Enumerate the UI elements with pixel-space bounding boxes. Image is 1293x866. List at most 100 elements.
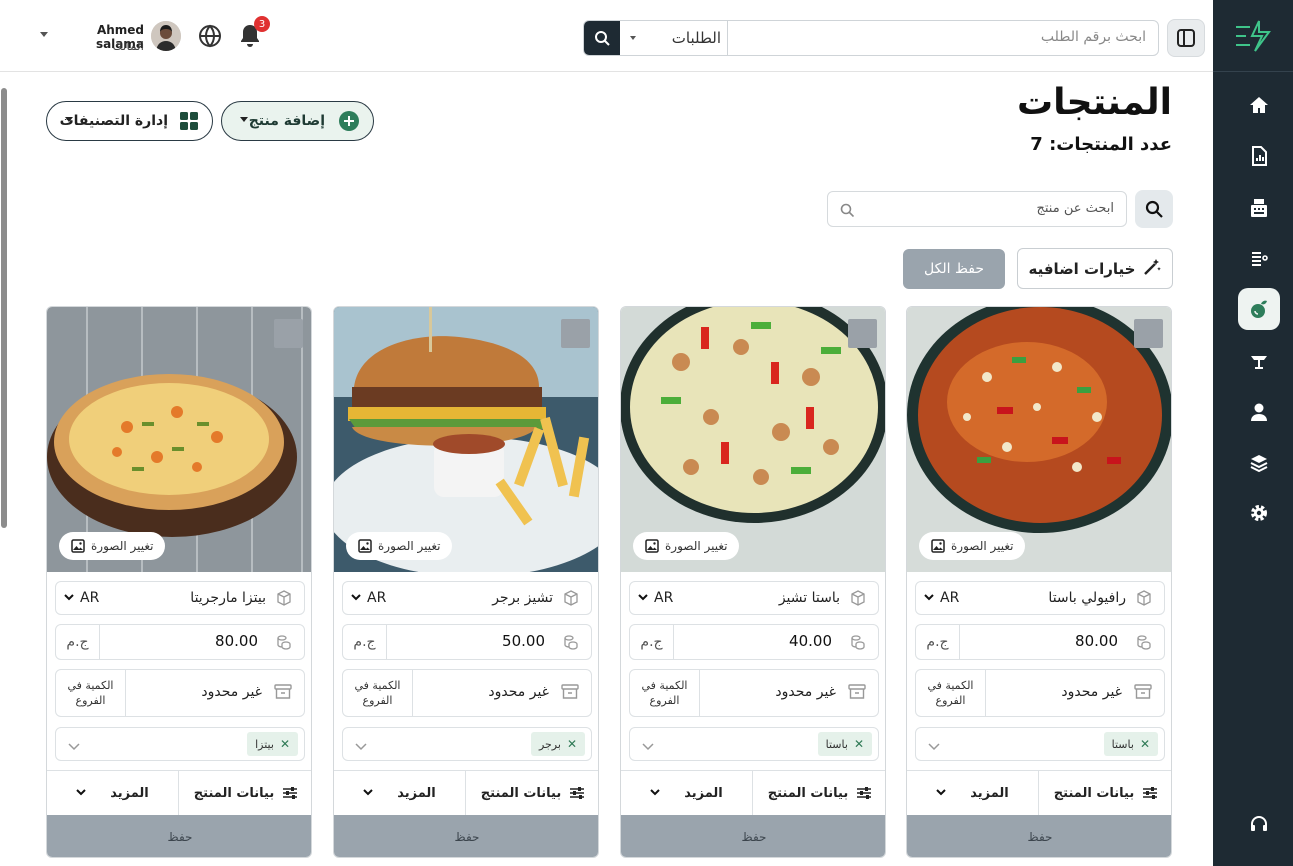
price-value[interactable]: 80.00 <box>215 632 258 650</box>
top-bar: Ahmed salama المالك 3 الطلبات ابحث برقم … <box>0 0 1213 72</box>
category-select[interactable]: باستا ✕ <box>629 727 879 761</box>
box-icon <box>276 590 292 610</box>
price-value[interactable]: 50.00 <box>502 632 545 650</box>
product-card: تغيير الصورة AR تشيز برجر ج.م 50.00 الكم… <box>333 306 599 858</box>
add-product-button[interactable]: إضافة منتج <box>221 101 374 141</box>
category-tag: بيتزا ✕ <box>247 732 298 756</box>
sidebar-item-products[interactable] <box>1238 288 1280 330</box>
change-image-button[interactable]: تغيير الصورة <box>919 532 1026 560</box>
category-select[interactable]: بيتزا ✕ <box>55 727 305 761</box>
chevron-down-icon <box>363 789 373 796</box>
quantity-field[interactable]: الكمية في الفروع غير محدود <box>629 669 879 717</box>
save-button[interactable]: حفظ <box>47 815 311 857</box>
product-search-input[interactable]: ابحث عن منتج <box>827 191 1127 227</box>
change-image-button[interactable]: تغيير الصورة <box>633 532 740 560</box>
price-field[interactable]: ج.م 40.00 <box>629 624 879 660</box>
sidebar-item-users[interactable] <box>1238 391 1280 433</box>
change-image-button[interactable]: تغيير الصورة <box>346 532 453 560</box>
order-search-button[interactable] <box>584 21 620 55</box>
currency-label: ج.م <box>343 625 387 659</box>
price-value[interactable]: 40.00 <box>789 632 832 650</box>
sidebar-item-home[interactable] <box>1238 84 1280 126</box>
language-select[interactable]: AR <box>351 582 386 614</box>
sidebar <box>1213 0 1293 866</box>
language-select[interactable]: AR <box>64 582 99 614</box>
globe-icon[interactable] <box>198 24 222 52</box>
branch-quantity-button[interactable]: الكمية في الفروع <box>630 670 700 716</box>
remove-tag-icon[interactable]: ✕ <box>1140 737 1150 751</box>
quantity-field[interactable]: الكمية في الفروع غير محدود <box>55 669 305 717</box>
user-menu-caret-icon[interactable] <box>40 32 48 37</box>
product-select-checkbox[interactable] <box>848 319 877 348</box>
product-data-button[interactable]: بيانات المنتج <box>753 771 885 815</box>
coins-icon <box>850 634 866 654</box>
coins-icon <box>276 634 292 654</box>
product-select-checkbox[interactable] <box>1134 319 1163 348</box>
remove-tag-icon[interactable]: ✕ <box>567 737 577 751</box>
sliders-icon <box>570 787 585 799</box>
coins-icon <box>1136 634 1152 654</box>
price-field[interactable]: ج.م 50.00 <box>342 624 592 660</box>
product-card: تغيير الصورة AR باستا تشيز ج.م 40.00 الك… <box>620 306 886 858</box>
branch-quantity-button[interactable]: الكمية في الفروع <box>56 670 126 716</box>
language-select[interactable]: AR <box>924 582 959 614</box>
grid-icon <box>180 112 198 134</box>
sidebar-item-tables[interactable] <box>1238 340 1280 382</box>
quantity-field[interactable]: الكمية في الفروع غير محدود <box>342 669 592 717</box>
chevron-down-icon <box>630 36 636 40</box>
support-icon <box>1251 816 1267 831</box>
save-button[interactable]: حفظ <box>334 815 598 857</box>
sidebar-item-support[interactable] <box>1238 803 1280 845</box>
product-data-button[interactable]: بيانات المنتج <box>1039 771 1171 815</box>
product-name-field[interactable]: AR رافيولي باستا <box>915 581 1165 615</box>
price-field[interactable]: ج.م 80.00 <box>55 624 305 660</box>
image-icon <box>645 539 659 553</box>
language-select[interactable]: AR <box>638 582 673 614</box>
product-select-checkbox[interactable] <box>561 319 590 348</box>
currency-label: ج.م <box>916 625 960 659</box>
sidebar-toggle-button[interactable] <box>1167 19 1205 57</box>
product-search-button[interactable] <box>1135 190 1173 228</box>
more-button[interactable]: المزيد <box>334 771 466 815</box>
order-search-input[interactable]: ابحث برقم الطلب <box>1041 29 1146 45</box>
avatar[interactable] <box>151 21 181 51</box>
archive-icon <box>274 684 292 704</box>
sidebar-item-reports[interactable] <box>1238 135 1280 177</box>
product-data-button[interactable]: بيانات المنتج <box>179 771 311 815</box>
sidebar-item-orders[interactable] <box>1238 238 1280 280</box>
category-select[interactable]: باستا ✕ <box>915 727 1165 761</box>
product-name-field[interactable]: AR بيتزا مارجريتا <box>55 581 305 615</box>
chevron-down-icon <box>68 737 80 756</box>
branch-quantity-button[interactable]: الكمية في الفروع <box>343 670 413 716</box>
remove-tag-icon[interactable]: ✕ <box>280 737 290 751</box>
change-image-button[interactable]: تغيير الصورة <box>59 532 166 560</box>
branch-quantity-button[interactable]: الكمية في الفروع <box>916 670 986 716</box>
sidebar-item-cashier[interactable] <box>1238 187 1280 229</box>
price-value[interactable]: 80.00 <box>1075 632 1118 650</box>
save-button[interactable]: حفظ <box>621 815 885 857</box>
search-icon <box>840 202 855 221</box>
user-icon <box>1251 403 1267 421</box>
search-type-select[interactable]: الطلبات <box>620 21 728 55</box>
quantity-field[interactable]: الكمية في الفروع غير محدود <box>915 669 1165 717</box>
price-field[interactable]: ج.م 80.00 <box>915 624 1165 660</box>
save-button[interactable]: حفظ <box>907 815 1171 857</box>
product-name-field[interactable]: AR باستا تشيز <box>629 581 879 615</box>
extra-options-button[interactable]: خيارات اضافيه <box>1017 248 1173 289</box>
remove-tag-icon[interactable]: ✕ <box>854 737 864 751</box>
more-button[interactable]: المزيد <box>621 771 753 815</box>
more-button[interactable]: المزيد <box>907 771 1039 815</box>
sidebar-item-settings[interactable] <box>1238 492 1280 534</box>
sidebar-item-layers[interactable] <box>1238 442 1280 484</box>
chevron-down-icon <box>650 789 660 796</box>
image-icon <box>358 539 372 553</box>
manage-categories-button[interactable]: إدارة التصنيفات <box>46 101 213 141</box>
save-all-button[interactable]: حفظ الكل <box>903 249 1005 289</box>
product-name-field[interactable]: AR تشيز برجر <box>342 581 592 615</box>
product-data-button[interactable]: بيانات المنتج <box>466 771 598 815</box>
more-button[interactable]: المزيد <box>47 771 179 815</box>
product-select-checkbox[interactable] <box>274 319 303 348</box>
box-icon <box>1136 590 1152 610</box>
page-scrollbar[interactable] <box>1 88 7 528</box>
category-select[interactable]: برجر ✕ <box>342 727 592 761</box>
